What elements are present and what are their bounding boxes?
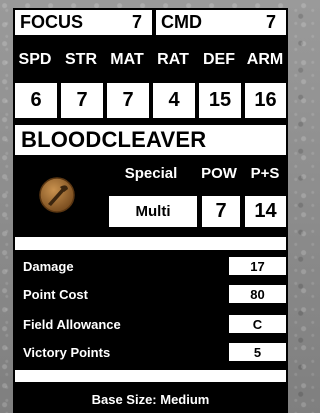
melee-weapon-icon [15,160,99,230]
weapon-ps-value: 14 [245,196,286,227]
victory-points-label: Victory Points [23,344,111,360]
base-size: Base Size: Medium [91,391,210,407]
stat-header-def: DEF [203,51,235,68]
stat-card: FOCUS 7 CMD 7 SPD STR MAT RAT DEF ARM 6 … [13,8,288,413]
point-cost-value: 80 [229,285,286,303]
stat-header-spd: SPD [18,51,52,68]
stat-value-str: 7 [61,83,103,118]
stat-value-arm: 16 [245,83,286,118]
focus-box: FOCUS 7 [15,10,152,35]
weapon-header-special: Special [124,164,178,182]
victory-points-value: 5 [229,343,286,361]
damage-value: 17 [229,257,286,275]
weapon-header-pow: POW [201,164,237,182]
divider-bar [15,237,286,250]
cmd-label: CMD [161,12,202,32]
stat-header-mat: MAT [110,51,144,68]
weapon-header-ps: P+S [250,164,280,182]
stat-value-spd: 6 [15,83,57,118]
focus-label: FOCUS [20,12,83,32]
damage-label: Damage [23,258,74,274]
divider-bar-bottom [15,370,286,382]
field-allowance-value: C [229,315,286,333]
point-cost-label: Point Cost [23,286,88,302]
stat-header-rat: RAT [157,51,189,68]
focus-value: 7 [131,12,142,32]
stat-header-arm: ARM [246,51,284,68]
weapon-pow-value: 7 [202,196,240,227]
field-allowance-label: Field Allowance [23,316,121,332]
weapon-name: BLOODCLEAVER [15,125,286,155]
stat-header-str: STR [65,51,97,68]
cmd-value: 7 [265,12,276,32]
stat-value-def: 15 [199,83,241,118]
weapon-special-value: Multi [109,196,197,227]
stat-value-mat: 7 [107,83,149,118]
stat-value-rat: 4 [153,83,195,118]
cmd-box: CMD 7 [156,10,286,35]
